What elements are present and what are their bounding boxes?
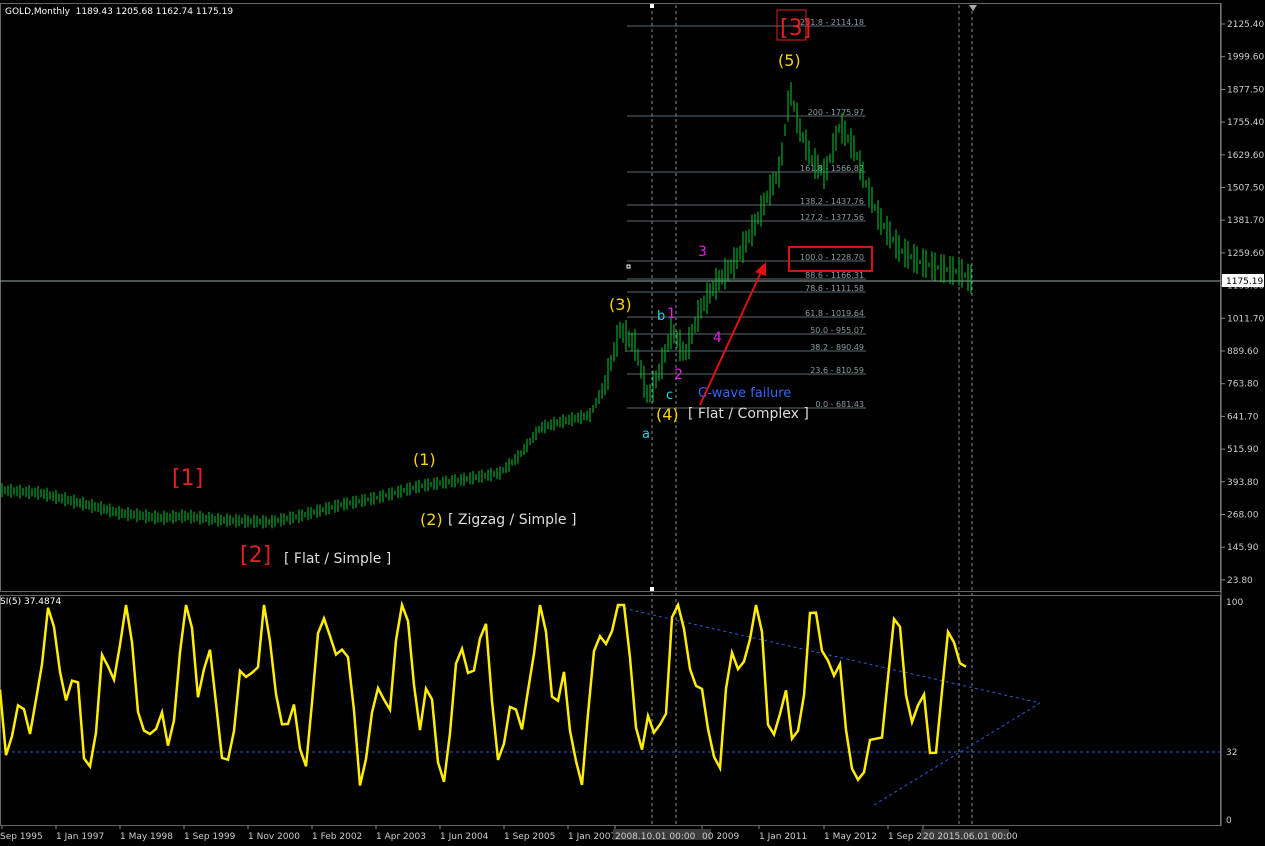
fib-level-label: 138.2 - 1437.76 (800, 197, 864, 206)
price-tick-label: 515.90 (1227, 445, 1259, 455)
fib-level-label: 50.0 - 955.07 (810, 326, 864, 335)
price-tick-label: 1629.60 (1227, 151, 1264, 161)
price-tick-label: 1011.70 (1227, 314, 1264, 324)
time-tick-label: 1 Apr 2003 (376, 832, 426, 842)
fib-level-label: 100.0 - 1228.70 (800, 253, 864, 262)
time-tick-label: 2008.10.01 00:00 (615, 832, 696, 842)
time-tick-label: 1 May 1998 (120, 832, 173, 842)
price-tick-label: 268.00 (1227, 511, 1259, 521)
price-tick-label: 1999.60 (1227, 53, 1264, 63)
current-price-label: 1175.19 (1226, 277, 1263, 287)
price-tick-label: 889.60 (1227, 347, 1259, 357)
fib-level-label: 0.0 - 681.43 (815, 400, 864, 409)
price-tick-label: 393.80 (1227, 478, 1259, 488)
wave-label-magenta-4: 4 (713, 330, 722, 346)
fibonacci-expansion[interactable]: 261.8 - 2114.18200 - 1775.97161.8 - 1566… (627, 18, 866, 409)
time-tick-label: 00 2009 (702, 832, 739, 842)
wave-label-red-1: [1] (172, 466, 203, 491)
c-wave-failure-note: C-wave failure (698, 386, 791, 401)
time-tick-label: Sep 1995 (0, 832, 43, 842)
price-tick-label: 23.80 (1227, 576, 1253, 586)
price-candles (1, 82, 972, 529)
fib-level-label: 161.8 - 1566.82 (800, 164, 864, 173)
price-tick-label: 1259.60 (1227, 249, 1264, 259)
wave-label-a: a (642, 427, 650, 442)
price-tick-label: 2125.40 (1227, 20, 1264, 30)
fib-level-label: 200 - 1775.97 (808, 108, 864, 117)
time-tick-label: 1 Sep 1999 (184, 832, 236, 842)
wave-2-description: [ Flat / Simple ] (284, 551, 391, 567)
wave-label-yellow-2: (2) (420, 510, 443, 529)
wave-label-yellow-1: (1) (413, 450, 436, 469)
rsi-lower-trendline[interactable] (873, 702, 1041, 806)
wave-label-red-2: [2] (240, 543, 271, 568)
rsi-axis-100: 100 (1226, 598, 1243, 608)
wave-label-magenta-1: 1 (667, 306, 676, 322)
time-tick-label: 1 Jan 2011 (759, 832, 807, 842)
time-tick-label: 1 Sep 2005 (504, 832, 555, 842)
wave-2-minor-description: [ Zigzag / Simple ] (448, 512, 576, 528)
time-tick-label: 1 Nov 2000 (248, 832, 300, 842)
wave-4-description: [ Flat / Complex ] (688, 406, 809, 422)
wave-label-yellow-4: (4) (656, 405, 679, 424)
time-axis[interactable]: Sep 1995 1 Jan 1997 1 May 1998 1 Sep 1999 1 … (0, 826, 1018, 842)
price-tick-label: 1381.70 (1227, 216, 1264, 226)
separator-handle-top[interactable] (650, 4, 654, 8)
chart-canvas[interactable]: 261.8 - 2114.18200 - 1775.97161.8 - 1566… (0, 0, 1265, 846)
fib-level-label: 38.2 - 890.49 (810, 343, 864, 352)
wave-label-red-3: [3] (780, 16, 811, 41)
rsi-axis-32: 32 (1226, 748, 1237, 758)
wave-label-yellow-5: (5) (778, 51, 801, 70)
fib-level-label: 23.6 - 810.59 (810, 366, 864, 375)
price-tick-label: 641.70 (1227, 412, 1259, 422)
ohlc-values: 1189.43 1205.68 1162.74 1175.19 (75, 7, 234, 17)
wave-label-magenta-2: 2 (674, 367, 683, 383)
arrow-head-icon (755, 262, 766, 276)
fib-level-label: 127.2 - 1377.56 (800, 213, 864, 222)
wave-label-c: c (666, 388, 673, 403)
wave-label-magenta-3: 3 (698, 244, 707, 260)
wave-label-yellow-3: (3) (609, 295, 632, 314)
price-tick-label: 1877.50 (1227, 85, 1264, 95)
fib-level-label: 78.6 - 1111.58 (805, 284, 864, 293)
impulse-arrow[interactable] (699, 269, 763, 406)
price-tick-label: 145.90 (1227, 543, 1259, 553)
rsi-line (0, 600, 967, 786)
time-tick-label: 1 Jun 2004 (440, 832, 489, 842)
rsi-title: SI(5) 37.4874 (0, 597, 62, 607)
fib-level-label: 88.6 - 1166.31 (805, 271, 864, 280)
price-axis[interactable]: 2125.40 1999.60 1877.50 1755.40 1629.60 1507.… (1221, 20, 1264, 586)
rsi-axis-0: 0 (1226, 816, 1232, 826)
wave-label-b: b (657, 309, 665, 324)
time-tick-label: 1 May 2012 (824, 832, 877, 842)
chart-title: GOLD,Monthly 1189.43 1205.68 1162.74 117… (5, 7, 233, 17)
price-tick-label: 763.80 (1227, 380, 1259, 390)
time-tick-label: 20 2015.06.01 00:00 (923, 832, 1018, 842)
chart-shift-marker-icon[interactable] (969, 5, 977, 11)
price-tick-label: 1507.50 (1227, 184, 1264, 194)
fib-level-label: 61.8 - 1019.64 (805, 309, 864, 318)
separator-handle-bottom[interactable] (650, 587, 654, 591)
time-tick-label: 1 Jan 1997 (56, 832, 104, 842)
time-tick-label: 1 Feb 2002 (312, 832, 362, 842)
price-tick-label: 1755.40 (1227, 118, 1264, 128)
time-tick-label: 1 Jan 2007 (568, 832, 616, 842)
symbol-title: GOLD,Monthly (5, 7, 70, 17)
fib-anchor-handle[interactable] (626, 264, 631, 269)
